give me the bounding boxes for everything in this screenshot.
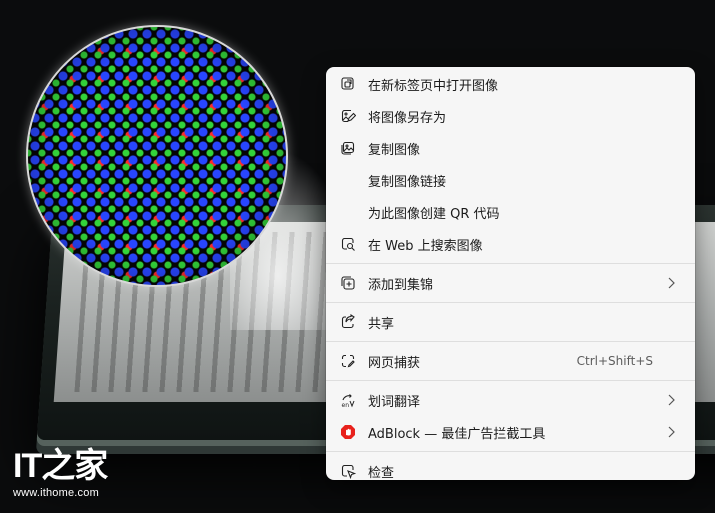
magnifier-pixels <box>28 27 286 285</box>
menu-item-copy-image[interactable]: 复制图像 <box>330 132 691 164</box>
menu-item-create-qr-code[interactable]: 为此图像创建 QR 代码 <box>330 196 691 228</box>
adblock-icon <box>340 424 356 440</box>
menu-separator <box>326 263 695 264</box>
menu-item-inspect[interactable]: 检查 <box>330 455 691 487</box>
copy-image-icon <box>340 140 356 156</box>
share-icon <box>340 314 356 330</box>
translate-icon: en <box>340 392 356 408</box>
menu-label: 在新标签页中打开图像 <box>368 78 499 94</box>
chevron-right-icon <box>668 277 675 289</box>
menu-label: 将图像另存为 <box>368 110 447 126</box>
context-menu: 在新标签页中打开图像 将图像另存为 复制图像 复制图像链接 为此图像创建 QR … <box>326 67 695 481</box>
menu-label: 在 Web 上搜索图像 <box>368 238 483 254</box>
logo-brand: IT之家 <box>13 447 108 485</box>
open-new-tab-icon <box>340 76 356 92</box>
inspect-icon <box>340 463 356 479</box>
menu-item-save-image-as[interactable]: 将图像另存为 <box>330 100 691 132</box>
menu-label: 复制图像链接 <box>368 174 447 190</box>
menu-label: 复制图像 <box>368 142 421 158</box>
ithome-logo: IT之家 www.ithome.com <box>13 447 113 499</box>
logo-url: www.ithome.com <box>13 487 99 499</box>
menu-label: AdBlock — 最佳广告拦截工具 <box>368 426 546 442</box>
menu-separator <box>326 451 695 452</box>
menu-label: 共享 <box>368 316 395 332</box>
menu-separator <box>326 380 695 381</box>
menu-label: 划词翻译 <box>368 394 421 410</box>
chevron-right-icon <box>668 426 675 438</box>
menu-item-open-new-tab[interactable]: 在新标签页中打开图像 <box>330 68 691 100</box>
menu-separator <box>326 302 695 303</box>
menu-shortcut: Ctrl+Shift+S <box>576 354 653 368</box>
menu-label: 为此图像创建 QR 代码 <box>368 206 500 222</box>
svg-text:en: en <box>342 402 350 408</box>
chevron-right-icon <box>668 394 675 406</box>
web-search-icon <box>340 236 356 252</box>
menu-label: 添加到集锦 <box>368 277 434 293</box>
menu-item-share[interactable]: 共享 <box>330 306 691 338</box>
menu-label: 网页捕获 <box>368 355 421 371</box>
save-image-icon <box>340 108 356 124</box>
menu-item-web-capture[interactable]: 网页捕获 Ctrl+Shift+S <box>330 345 691 377</box>
menu-item-copy-image-link[interactable]: 复制图像链接 <box>330 164 691 196</box>
menu-item-translate[interactable]: en 划词翻译 <box>330 384 691 416</box>
menu-item-adblock[interactable]: AdBlock — 最佳广告拦截工具 <box>330 416 691 448</box>
menu-separator <box>326 341 695 342</box>
menu-item-add-to-collections[interactable]: 添加到集锦 <box>330 267 691 299</box>
web-capture-icon <box>340 353 356 369</box>
menu-item-search-web[interactable]: 在 Web 上搜索图像 <box>330 228 691 260</box>
menu-label: 检查 <box>368 465 395 481</box>
collection-icon <box>340 275 356 291</box>
